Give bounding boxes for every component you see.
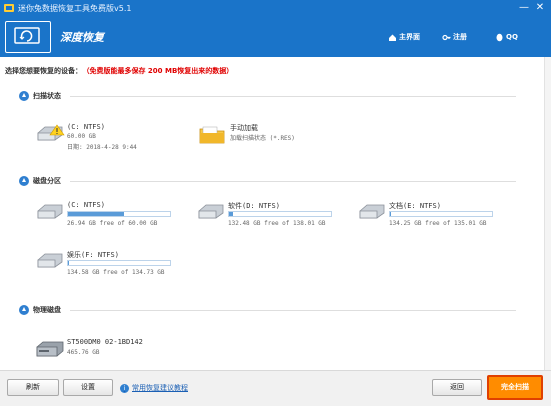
partition-d[interactable]: 软件(D: NTFS) 132.48 GB free of 138.01 GB	[196, 201, 336, 231]
section-physical-disks[interactable]: 物理磁盘	[19, 305, 61, 315]
tutorial-link-label: 常用恢复建议教程	[132, 384, 188, 392]
nav-qq[interactable]: QQ	[495, 31, 518, 43]
key-icon	[442, 34, 451, 40]
usage-bar	[228, 211, 332, 217]
drive-icon	[198, 204, 224, 219]
collapse-icon[interactable]	[19, 176, 29, 186]
device-hint: 选择您想要恢复的设备： （免费版能最多保存 200 MB恢复出来的数据）	[5, 66, 233, 76]
refresh-button[interactable]: 刷新	[7, 379, 59, 396]
usage-bar	[67, 260, 171, 266]
scan-item-name: (C: NTFS)	[67, 123, 105, 131]
section-physical-label: 物理磁盘	[33, 306, 61, 314]
title-bar: 迷你兔数据恢复工具免费版v5.1 — ✕	[0, 0, 551, 17]
home-icon	[389, 34, 396, 41]
brand-title: 深度恢复	[60, 31, 104, 44]
section-divider	[70, 96, 516, 97]
app-icon	[4, 4, 14, 12]
disk-recover-icon	[14, 27, 40, 44]
partition-f[interactable]: 娱乐(F: NTFS) 134.58 GB free of 134.73 GB	[35, 250, 175, 280]
partition-free: 134.25 GB free of 135.01 GB	[389, 220, 487, 227]
nav-register-label: 注册	[453, 33, 467, 41]
section-partitions-label: 磁盘分区	[33, 177, 61, 185]
collapse-icon[interactable]	[19, 91, 29, 101]
section-divider	[70, 181, 516, 182]
nav-home-label: 主界面	[399, 33, 420, 41]
partition-name: (C: NTFS)	[67, 201, 105, 209]
folder-icon	[199, 126, 225, 144]
back-button[interactable]: 返回	[432, 379, 482, 396]
scan-item-date: 日期: 2018-4-28 9:44	[67, 144, 137, 151]
disk-size: 465.76 GB	[67, 349, 100, 356]
drive-icon	[37, 253, 63, 268]
nav-register[interactable]: 注册	[442, 31, 467, 43]
scan-status-item-c[interactable]: (C: NTFS) 60.00 GB 日期: 2018-4-28 9:44	[35, 123, 175, 153]
partition-name: 娱乐(F: NTFS)	[67, 251, 119, 259]
logo	[5, 21, 51, 53]
load-scan-desc: 加载扫描状态 (*.RES)	[230, 135, 295, 142]
partition-name: 软件(D: NTFS)	[228, 202, 280, 210]
partition-free: 26.94 GB free of 60.00 GB	[67, 220, 158, 227]
header-bar: 深度恢复 主界面 注册 QQ	[0, 17, 551, 57]
vertical-scrollbar[interactable]	[544, 57, 551, 370]
nav-qq-label: QQ	[506, 33, 518, 41]
section-partitions[interactable]: 磁盘分区	[19, 176, 61, 186]
collapse-icon[interactable]	[19, 305, 29, 315]
nav-home[interactable]: 主界面	[388, 31, 420, 43]
qq-icon	[496, 33, 503, 41]
device-hint-label: 选择您想要恢复的设备：	[5, 67, 82, 75]
scan-item-size: 60.00 GB	[67, 133, 96, 140]
full-scan-button[interactable]: 完全扫描	[487, 375, 543, 400]
partition-name: 文档(E: NTFS)	[389, 202, 441, 210]
tutorial-link[interactable]: i 常用恢复建议教程	[120, 383, 188, 393]
hard-disk-icon	[36, 341, 64, 357]
info-icon: i	[120, 383, 129, 393]
close-button[interactable]: ✕	[533, 1, 547, 15]
usage-bar-fill	[390, 212, 392, 216]
window-title: 迷你兔数据恢复工具免费版v5.1	[18, 4, 132, 13]
usage-bar-fill	[229, 212, 234, 216]
drive-icon	[37, 204, 63, 219]
physical-disk-item[interactable]: ST500DM0 02-1BD142 465.76 GB	[35, 338, 195, 362]
partition-free: 134.58 GB free of 134.73 GB	[67, 269, 165, 276]
partition-c[interactable]: (C: NTFS) 26.94 GB free of 60.00 GB	[35, 201, 175, 231]
section-scan-status[interactable]: 扫描状态	[19, 91, 61, 101]
disk-model: ST500DM0 02-1BD142	[67, 338, 143, 346]
load-scan-status-item[interactable]: 手动加载 加载扫描状态 (*.RES)	[198, 123, 338, 153]
usage-bar	[67, 211, 171, 217]
drive-icon	[359, 204, 385, 219]
partition-e[interactable]: 文档(E: NTFS) 134.25 GB free of 135.01 GB	[357, 201, 497, 231]
section-scan-status-label: 扫描状态	[33, 92, 61, 100]
settings-button[interactable]: 设置	[63, 379, 113, 396]
load-scan-name: 手动加载	[230, 124, 258, 132]
usage-bar-fill	[68, 261, 70, 265]
usage-bar	[389, 211, 493, 217]
partition-free: 132.48 GB free of 138.01 GB	[228, 220, 326, 227]
drive-icon	[37, 124, 65, 141]
free-limit-warning: （免费版能最多保存 200 MB恢复出来的数据）	[86, 67, 234, 75]
usage-bar-fill	[68, 212, 125, 216]
minimize-button[interactable]: —	[517, 1, 531, 15]
section-divider	[70, 310, 516, 311]
footer-bar: 刷新 设置 i 常用恢复建议教程 返回 完全扫描	[0, 370, 551, 406]
